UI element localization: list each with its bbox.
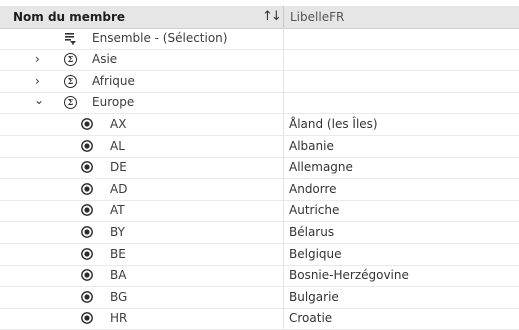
chevron-right-icon[interactable]: › — [35, 52, 40, 66]
column-divider — [283, 308, 284, 330]
member-label: Bulgarie — [289, 289, 339, 304]
tree-row-label: Asie — [92, 52, 118, 66]
member-target-icon — [81, 118, 93, 130]
column-divider — [283, 178, 284, 200]
sort-arrows-icon[interactable]: ↑↓ — [262, 9, 282, 24]
member-target-icon — [81, 247, 93, 260]
column-header-member-name[interactable]: Nom du membre — [13, 10, 125, 24]
member-label: Åland (les Îles) — [289, 117, 378, 131]
sigma-icon: Σ — [64, 75, 77, 88]
column-divider — [283, 157, 284, 179]
member-code: AT — [110, 203, 125, 218]
sigma-icon: Σ — [64, 53, 77, 66]
member-target-icon — [81, 139, 93, 152]
member-label: Bosnie-Herzégovine — [289, 268, 409, 283]
member-row[interactable]: DE Allemagne — [0, 157, 519, 180]
member-target-icon — [81, 204, 93, 217]
column-divider — [283, 265, 284, 287]
column-divider — [283, 92, 284, 113]
member-label: Bélarus — [289, 225, 335, 239]
tree-row-ensemble[interactable]: Ensemble - (Sélection) — [0, 28, 519, 50]
member-row[interactable]: AL Albanie — [0, 135, 519, 158]
member-label: Croatie — [289, 311, 333, 326]
column-divider — [283, 200, 284, 222]
sigma-icon: Σ — [64, 96, 77, 109]
tree-row-label: Afrique — [92, 74, 135, 88]
column-divider — [283, 243, 284, 265]
member-row[interactable]: BY Bélarus — [0, 222, 519, 244]
member-row[interactable]: AD Andorre — [0, 178, 519, 201]
column-divider — [283, 135, 284, 157]
member-code: BG — [110, 289, 128, 304]
column-header-libelle[interactable]: LibelleFR — [290, 10, 344, 24]
chevron-right-icon[interactable]: › — [35, 74, 40, 88]
tree-row-europe[interactable]: ⌄ Σ Europe — [0, 92, 519, 114]
column-divider[interactable] — [283, 6, 284, 28]
column-divider — [283, 71, 284, 92]
grid-header: Nom du membre ↑↓ LibelleFR — [0, 6, 519, 29]
member-code: DE — [110, 160, 127, 175]
member-row[interactable]: HR Croatie — [0, 308, 519, 330]
column-divider — [283, 222, 284, 243]
member-code: AL — [110, 138, 125, 153]
tree-row-asie[interactable]: › Σ Asie — [0, 49, 519, 71]
tree-row-afrique[interactable]: › Σ Afrique — [0, 71, 519, 93]
member-label: Albanie — [289, 138, 334, 153]
member-row[interactable]: BA Bosnie-Herzégovine — [0, 265, 519, 288]
member-label: Autriche — [289, 203, 340, 218]
member-target-icon — [81, 182, 93, 195]
member-label: Allemagne — [289, 160, 353, 175]
filter-set-icon — [65, 33, 76, 45]
member-target-icon — [81, 161, 93, 174]
tree-row-label: Europe — [92, 95, 135, 109]
member-target-icon — [81, 290, 93, 303]
member-row[interactable]: BE Belgique — [0, 243, 519, 266]
member-target-icon — [81, 269, 93, 282]
member-row[interactable]: AX Åland (les Îles) — [0, 114, 519, 136]
column-divider — [283, 49, 284, 70]
member-row[interactable]: BG Bulgarie — [0, 286, 519, 309]
member-target-icon — [81, 312, 93, 325]
member-code: AD — [110, 181, 128, 196]
member-code: BA — [110, 268, 127, 283]
chevron-down-icon[interactable]: ⌄ — [34, 93, 44, 107]
column-divider — [283, 28, 284, 49]
column-divider — [283, 114, 284, 135]
member-code: BY — [110, 225, 125, 239]
member-row[interactable]: AT Autriche — [0, 200, 519, 223]
tree-row-label: Ensemble - (Sélection) — [92, 31, 228, 45]
member-label: Andorre — [289, 181, 337, 196]
member-label: Belgique — [289, 246, 342, 261]
member-grid: Nom du membre ↑↓ LibelleFR Ensemble - (S… — [0, 0, 519, 330]
column-divider — [283, 286, 284, 308]
member-target-icon — [81, 226, 93, 238]
member-code: AX — [110, 117, 127, 131]
member-code: BE — [110, 246, 126, 261]
member-code: HR — [110, 311, 128, 326]
